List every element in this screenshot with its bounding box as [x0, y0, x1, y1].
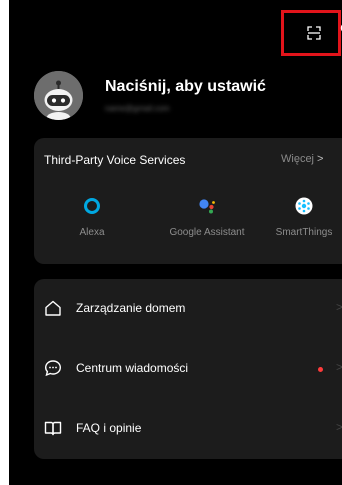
me-screen: Naciśnij, aby ustawić name@gmail.com Thi…	[9, 0, 342, 485]
alexa-icon	[84, 198, 100, 214]
service-label: SmartThings	[275, 227, 333, 238]
menu-card: Zarządzanie domem > Centrum wiadomości >…	[34, 279, 342, 459]
home-icon	[45, 300, 61, 316]
voice-services-card: Third-Party Voice Services Więcej > Alexa…	[34, 138, 342, 264]
google-assistant-icon	[199, 199, 215, 214]
book-icon	[44, 421, 62, 436]
smartthings-icon	[295, 197, 313, 215]
menu-item-message-center[interactable]: Centrum wiadomości >	[34, 339, 342, 399]
robot-avatar-icon	[34, 71, 83, 120]
menu-item-label: Zarządzanie domem	[76, 301, 186, 315]
service-alexa[interactable]: Alexa	[72, 196, 112, 238]
chevron-right-icon: >	[336, 300, 342, 314]
profile-email: name@gmail.com	[105, 104, 170, 113]
left-frame-edge	[0, 0, 9, 485]
menu-item-label: FAQ i opinie	[76, 421, 142, 435]
scan-icon[interactable]	[307, 26, 321, 40]
message-icon	[44, 360, 62, 377]
chevron-right-icon: >	[336, 360, 342, 374]
profile-title[interactable]: Naciśnij, aby ustawić	[105, 78, 266, 96]
service-google-assistant[interactable]: Google Assistant	[152, 196, 262, 238]
service-label: Alexa	[79, 227, 105, 238]
voice-services-more-link[interactable]: Więcej >	[281, 153, 323, 165]
scan-button-highlight[interactable]	[281, 10, 341, 56]
menu-item-label: Centrum wiadomości	[76, 361, 189, 375]
menu-item-home-management[interactable]: Zarządzanie domem >	[34, 279, 342, 339]
chevron-right-icon: >	[336, 420, 342, 434]
menu-item-faq-feedback[interactable]: FAQ i opinie >	[34, 399, 342, 459]
service-label: Google Assistant	[169, 227, 245, 238]
avatar[interactable]	[34, 71, 83, 120]
more-label: Więcej	[281, 153, 315, 165]
service-smartthings[interactable]: SmartThings	[266, 196, 342, 238]
chevron-right-icon: >	[317, 153, 324, 165]
voice-services-title: Third-Party Voice Services	[44, 153, 186, 167]
notification-dot	[318, 367, 323, 372]
